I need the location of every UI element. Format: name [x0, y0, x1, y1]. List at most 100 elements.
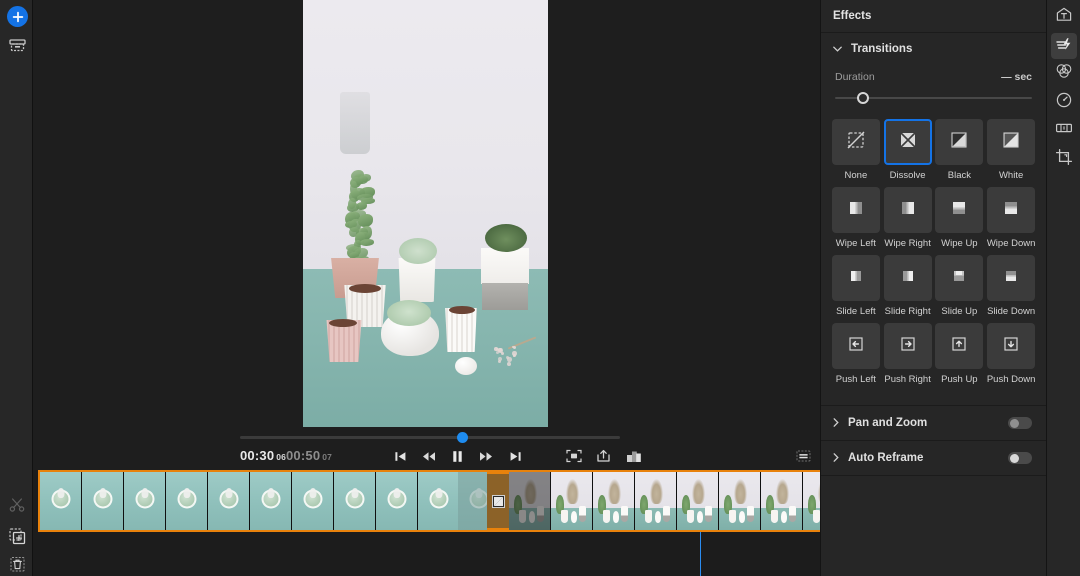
current-timecode[interactable]: 00:3006	[240, 448, 286, 463]
preview-menu-button[interactable]	[792, 446, 814, 466]
slide-right-icon	[899, 267, 917, 290]
push-up-icon	[950, 335, 968, 358]
fade-white-icon	[1002, 131, 1020, 154]
duration-value[interactable]: — sec	[1001, 71, 1032, 83]
transition-push-right[interactable]: Push Right	[883, 323, 933, 385]
trash-icon[interactable]	[6, 553, 28, 575]
program-monitor[interactable]	[303, 0, 548, 427]
auto-reframe-section[interactable]: Auto Reframe	[821, 441, 1046, 476]
duration-timecode: 00:5007	[286, 448, 332, 463]
duration-row: Duration — sec	[835, 71, 1032, 83]
transition-wipe-down[interactable]: Wipe Down	[986, 187, 1036, 249]
transition-slide-right[interactable]: Slide Right	[883, 255, 933, 317]
scrubber-handle[interactable]	[457, 432, 468, 443]
push-right-icon	[899, 335, 917, 358]
none-icon	[847, 131, 865, 154]
speed-gauge-icon	[1055, 91, 1073, 114]
preview-area: 00:3006 00:5007	[33, 0, 820, 470]
transition-slide-left[interactable]: Slide Left	[831, 255, 881, 317]
transitions-section-header[interactable]: Transitions	[821, 33, 1046, 65]
speed-tool-button[interactable]	[1051, 89, 1077, 115]
auto-reframe-toggle[interactable]	[1008, 452, 1032, 464]
preview-image	[303, 0, 548, 427]
dried-pampas-bouquet	[391, 108, 511, 218]
transition-push-left[interactable]: Push Left	[831, 323, 881, 385]
transition-label: Wipe Up	[941, 238, 977, 249]
panel-title: Effects	[833, 10, 871, 22]
duplicate-icon[interactable]	[6, 525, 28, 547]
duration-time-value: 00:50	[286, 448, 320, 463]
pan-and-zoom-section[interactable]: Pan and Zoom	[821, 406, 1046, 441]
preview-scrubber[interactable]	[33, 430, 820, 444]
rewind-button[interactable]	[418, 446, 440, 466]
transition-label: Wipe Down	[987, 238, 1036, 249]
transition-label: Dissolve	[890, 170, 926, 181]
transition-label: Wipe Left	[836, 238, 876, 249]
dissolve-icon	[899, 131, 917, 154]
fit-to-screen-button[interactable]	[563, 446, 585, 466]
transition-wipe-right[interactable]: Wipe Right	[883, 187, 933, 249]
audio-tool-button[interactable]	[1051, 117, 1077, 143]
skip-to-end-button[interactable]	[504, 446, 526, 466]
media-archive-icon[interactable]	[6, 34, 28, 56]
transition-black[interactable]: Black	[935, 119, 985, 181]
timeline-clip-a-tail[interactable]	[458, 470, 487, 532]
share-button[interactable]	[593, 446, 615, 466]
transition-wipe-up[interactable]: Wipe Up	[935, 187, 985, 249]
transition-label: Slide Down	[987, 306, 1035, 317]
transition-label: Black	[948, 170, 971, 181]
dissolve-icon	[492, 495, 505, 508]
skip-to-start-button[interactable]	[389, 446, 411, 466]
dried-sprig	[491, 340, 539, 372]
transition-label: White	[999, 170, 1023, 181]
crop-icon	[1055, 148, 1073, 171]
scrubber-track[interactable]	[240, 436, 620, 439]
dissolve-transition-marker[interactable]	[487, 470, 509, 532]
transitions-grid: None Dissolve Black White	[831, 119, 1036, 385]
chevron-right-icon	[833, 414, 839, 432]
audio-strip-icon	[1055, 119, 1073, 142]
transition-white[interactable]: White	[986, 119, 1036, 181]
pause-button[interactable]	[446, 446, 468, 466]
transition-label: Push Right	[884, 374, 930, 385]
color-tool-button[interactable]	[1051, 60, 1077, 86]
scissors-icon[interactable]	[6, 494, 28, 516]
current-frames-value: 06	[276, 452, 286, 462]
push-left-icon	[847, 335, 865, 358]
pan-and-zoom-label: Pan and Zoom	[848, 417, 927, 429]
duration-slider[interactable]	[835, 91, 1032, 105]
current-time-value: 00:30	[240, 448, 274, 463]
crop-tool-button[interactable]	[1051, 146, 1077, 172]
compare-view-button[interactable]	[623, 446, 645, 466]
fast-forward-button[interactable]	[475, 446, 497, 466]
add-media-button[interactable]	[7, 6, 28, 27]
transition-slide-up[interactable]: Slide Up	[935, 255, 985, 317]
fade-black-icon	[950, 131, 968, 154]
color-wheels-icon	[1055, 62, 1073, 85]
pan-and-zoom-toggle[interactable]	[1008, 417, 1032, 429]
duration-slider-handle[interactable]	[857, 92, 869, 104]
chevron-down-icon	[833, 45, 842, 54]
white-egg-ornament	[455, 357, 477, 375]
auto-reframe-label: Auto Reframe	[848, 452, 923, 464]
effects-tool-button[interactable]	[1051, 33, 1077, 59]
slide-up-icon	[950, 267, 968, 290]
transition-push-down[interactable]: Push Down	[986, 323, 1036, 385]
transition-label: Slide Up	[941, 306, 977, 317]
transition-label: None	[845, 170, 868, 181]
conifer-plant	[323, 162, 385, 270]
text-tool-button[interactable]	[1051, 4, 1077, 30]
transition-slide-down[interactable]: Slide Down	[986, 255, 1036, 317]
transition-push-up[interactable]: Push Up	[935, 323, 985, 385]
transition-label: Wipe Right	[884, 238, 930, 249]
transitions-label: Transitions	[851, 43, 912, 55]
transition-label: Push Up	[941, 374, 977, 385]
transition-wipe-left[interactable]: Wipe Left	[831, 187, 881, 249]
wipe-left-icon	[847, 199, 865, 222]
transition-none[interactable]: None	[831, 119, 881, 181]
timeline-clip-a[interactable]	[38, 470, 458, 532]
wipe-right-icon	[899, 199, 917, 222]
push-down-icon	[1002, 335, 1020, 358]
transition-dissolve[interactable]: Dissolve	[883, 119, 933, 181]
effects-icon	[1055, 35, 1073, 58]
